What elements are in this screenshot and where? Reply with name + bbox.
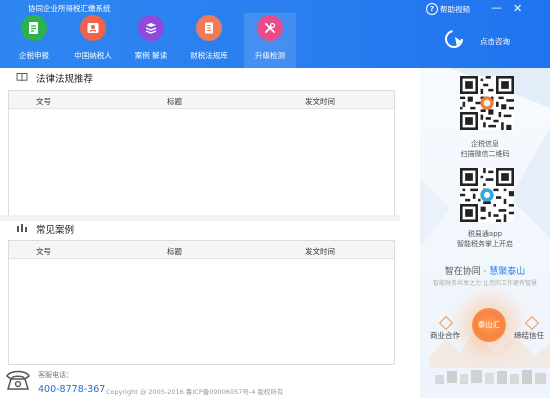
column-header-number[interactable]: 文号 [36, 246, 51, 257]
right-promo-panel: 企税信息 扫描微信二维码 税易通app 智能税务掌上开启 智在协同 · 慧聚泰山… [420, 68, 550, 398]
law-library-icon [196, 15, 222, 41]
document-edit-icon [21, 15, 47, 41]
column-header-title[interactable]: 标题 [167, 96, 182, 107]
cases-table: 文号 标题 发文时间 [8, 240, 395, 365]
nav-label: 企税申报 [19, 51, 49, 60]
slogan-accent: 慧聚泰山 [489, 267, 526, 277]
laws-section-title: 法律法规推荐 [36, 74, 94, 85]
slogan: 智在协同 · 慧聚泰山 [420, 264, 550, 277]
book-icon [16, 73, 28, 82]
nav-label: 财税法规库 [190, 51, 228, 60]
header-bar: 协同企业所得税汇缴系统 企税申报 中国纳税人 案例 解读 财税法规库 升级检测 … [0, 0, 550, 68]
laws-table-header: 文号 标题 发文时间 [9, 91, 394, 109]
app-qr-caption: 税易通app [467, 230, 503, 238]
nav-law-library[interactable]: 财税法规库 [183, 13, 235, 68]
app-qr-code [460, 168, 514, 222]
column-header-title[interactable]: 标题 [167, 246, 182, 257]
nav-case-study[interactable]: 案例 解读 [125, 13, 177, 68]
close-button[interactable]: ✕ [513, 2, 522, 15]
nav-tax-filing[interactable]: 企税申报 [8, 13, 60, 68]
wechat-qr-subcaption: 扫描微信二维码 [460, 150, 510, 158]
copyright-text: Copyright @ 2005-2016 鲁ICP备09006057号-4 版… [106, 388, 284, 396]
taishanhui-label[interactable]: 泰山汇 [472, 319, 506, 330]
phone-icon [6, 370, 30, 390]
bar-chart-icon [17, 224, 27, 232]
cases-table-header: 文号 标题 发文时间 [9, 241, 394, 259]
nav-upgrade-check[interactable]: 升级检测 [244, 13, 296, 68]
blurred-watermark [435, 370, 546, 384]
help-icon[interactable]: ? [426, 3, 438, 15]
slogan-subtitle: 智能财务共享之力 让您的工作更有智慧 [433, 280, 537, 287]
tools-icon [257, 15, 283, 41]
support-phone-label: 客服电话： [38, 371, 73, 379]
nav-label: 案例 解读 [134, 51, 168, 60]
app-qr-subcaption: 智能税务掌上开启 [457, 240, 513, 248]
laws-table: 文号 标题 发文时间 [8, 90, 395, 217]
column-header-number[interactable]: 文号 [36, 96, 51, 107]
wechat-qr-caption: 企税信息 [471, 140, 499, 148]
feature-build-trust[interactable]: 缔结信任 [514, 330, 544, 341]
column-header-date[interactable]: 发文时间 [305, 246, 335, 257]
books-icon [138, 15, 164, 41]
nav-label: 升级检测 [255, 51, 285, 60]
wechat-qr-code [460, 76, 514, 130]
support-phone-number: 400-8778-367 [38, 384, 106, 395]
consult-button[interactable]: 点击咨询 [480, 36, 510, 47]
column-header-date[interactable]: 发文时间 [305, 96, 335, 107]
section-divider [0, 215, 400, 221]
taxpayer-icon [80, 15, 106, 41]
feature-business-cooperation[interactable]: 商业合作 [430, 330, 460, 341]
nav-china-taxpayer[interactable]: 中国纳税人 [67, 13, 119, 68]
consult-icon[interactable] [444, 29, 466, 51]
cases-section-title: 常见案例 [36, 225, 75, 236]
slogan-part: 智在协同 · [444, 267, 490, 277]
help-video-link[interactable]: 帮助视频 [440, 4, 470, 15]
minimize-button[interactable]: — [491, 1, 502, 14]
nav-label: 中国纳税人 [74, 51, 112, 60]
